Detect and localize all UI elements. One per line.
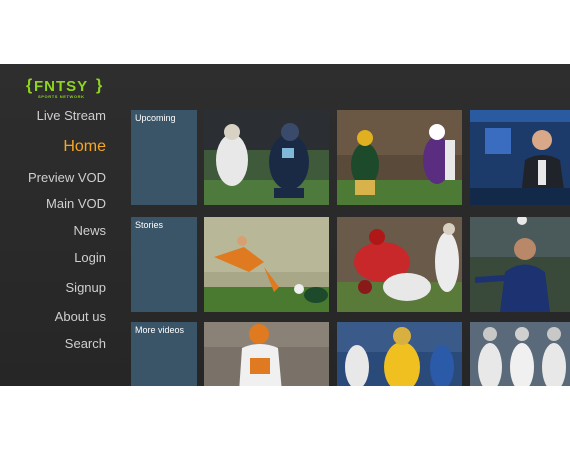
menu-item-about-us[interactable]: About us (55, 309, 106, 324)
menu-item-live-stream[interactable]: Live Stream (37, 108, 106, 123)
football-runner-thumbnail (337, 110, 462, 205)
college-football-thumbnail (337, 322, 462, 386)
video-thumbnail[interactable] (470, 110, 570, 205)
menu-item-news[interactable]: News (73, 223, 106, 238)
video-thumbnail[interactable] (470, 322, 570, 386)
logo-wordmark: FNTSY (34, 78, 89, 95)
menu-item-preview-vod[interactable]: Preview VOD (28, 170, 106, 185)
row-label-more-videos: More videos (131, 322, 197, 386)
bengals-player-thumbnail (204, 322, 329, 386)
tv-app-screen: { FNTSY } SPORTS NETWORK Live Stream Hom… (0, 64, 570, 386)
logo-brace-right: } (96, 77, 103, 94)
video-thumbnail[interactable] (204, 322, 329, 386)
football-tackle-thumbnail (204, 110, 329, 205)
video-thumbnail[interactable] (204, 110, 329, 205)
menu-item-signup[interactable]: Signup (66, 280, 106, 295)
logo-tagline: SPORTS NETWORK (38, 94, 85, 99)
video-thumbnail[interactable] (204, 217, 329, 312)
menu-item-login[interactable]: Login (74, 250, 106, 265)
logo-brace-left: { (26, 77, 33, 94)
menu-item-home[interactable]: Home (63, 138, 106, 156)
team-huddle-thumbnail (470, 322, 570, 386)
video-thumbnail[interactable] (337, 110, 462, 205)
soccer-player-thumbnail (470, 217, 570, 312)
soccer-tackle-thumbnail (204, 217, 329, 312)
studio-host-thumbnail (470, 110, 570, 205)
brand-logo: { FNTSY } SPORTS NETWORK (26, 77, 104, 100)
video-thumbnail[interactable] (337, 322, 462, 386)
video-thumbnail[interactable] (470, 217, 570, 312)
row-label-stories: Stories (131, 217, 197, 312)
menu-item-main-vod[interactable]: Main VOD (46, 196, 106, 211)
football-pile-thumbnail (337, 217, 462, 312)
video-thumbnail[interactable] (337, 217, 462, 312)
menu-item-search[interactable]: Search (65, 336, 106, 351)
row-label-upcoming: Upcoming (131, 110, 197, 205)
